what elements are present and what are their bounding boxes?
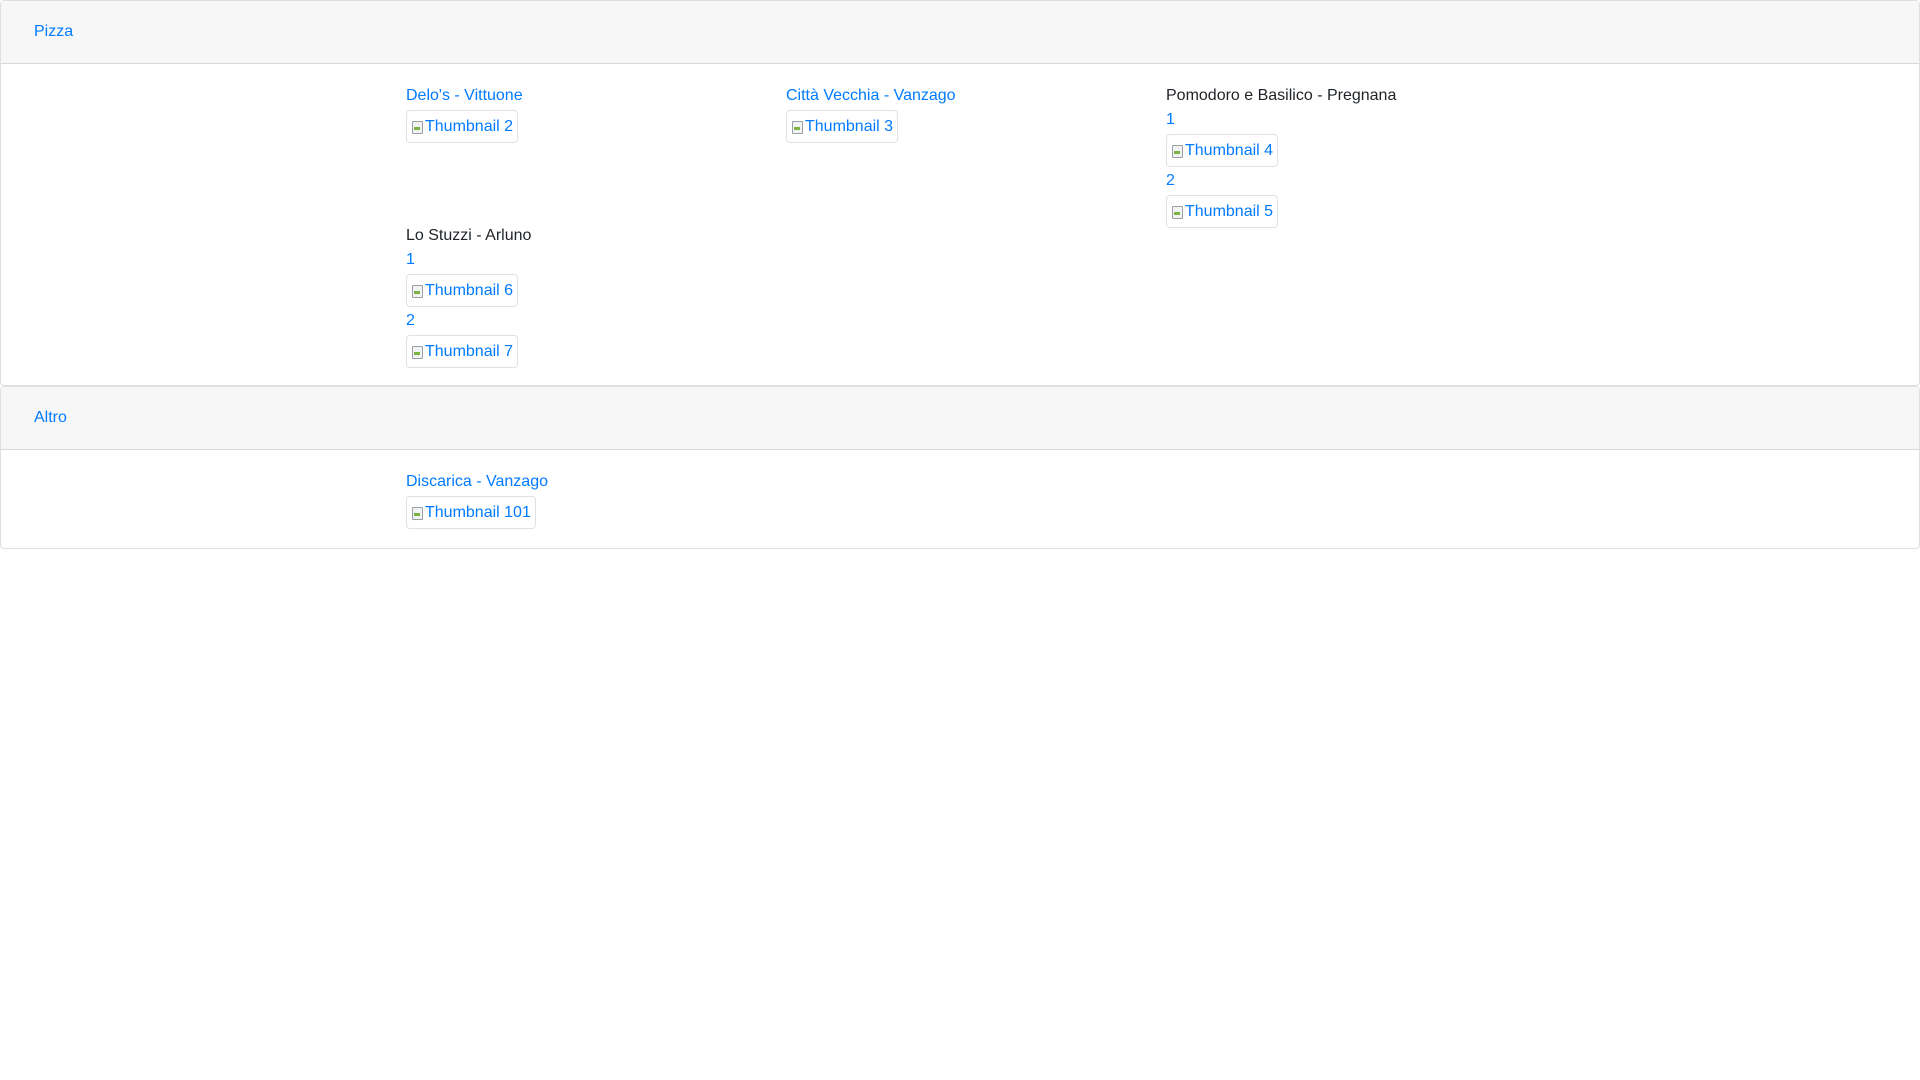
thumbnail-link[interactable]: Thumbnail 6: [406, 274, 519, 307]
section-toggle-altro[interactable]: Altro: [34, 409, 67, 427]
broken-image-icon: [1171, 144, 1183, 158]
entry-title: Lo Stuzzi - Arluno: [406, 227, 532, 244]
section-altro: Altro Discarica - Vanzago Thumbnail 101: [0, 386, 1920, 549]
entry-citta-vecchia-vanzago: Città Vecchia - Vanzago Thumbnail 3: [786, 86, 1166, 143]
image-number-link[interactable]: 1: [406, 250, 786, 270]
broken-image-icon: [1171, 205, 1183, 219]
entry-lo-stuzzi-arluno: Lo Stuzzi - Arluno 1 Thumbnail 6 2 Thumb…: [406, 226, 786, 368]
section-body-altro: Discarica - Vanzago Thumbnail 101: [1, 450, 1919, 548]
image-number-link[interactable]: 1: [1166, 110, 1546, 130]
accordion: Pizza Delo's - Vittuone Thumbnail 2 Citt…: [0, 0, 1920, 549]
thumbnail-link[interactable]: Thumbnail 5: [1166, 195, 1279, 228]
section-header-altro: Altro: [1, 387, 1919, 450]
section-header-pizza: Pizza: [1, 1, 1919, 64]
thumbnail-alt-text: Thumbnail 7: [425, 342, 514, 360]
entry-title-link[interactable]: Città Vecchia - Vanzago: [786, 86, 1166, 106]
entry-delos-vittuone: Delo's - Vittuone Thumbnail 2: [406, 86, 786, 143]
thumbnail-link[interactable]: Thumbnail 4: [1166, 134, 1279, 167]
thumbnail-alt-text: Thumbnail 6: [425, 281, 514, 299]
entry-title-link[interactable]: Discarica - Vanzago: [406, 472, 786, 492]
thumbnail-link[interactable]: Thumbnail 7: [406, 335, 519, 368]
broken-image-icon: [791, 120, 803, 134]
thumbnail-link[interactable]: Thumbnail 101: [406, 496, 536, 529]
broken-image-icon: [411, 120, 423, 134]
thumbnail-alt-text: Thumbnail 2: [425, 117, 514, 135]
thumbnail-alt-text: Thumbnail 101: [425, 503, 531, 521]
thumbnail-alt-text: Thumbnail 5: [1185, 202, 1274, 220]
entry-pomodoro-basilico-pregnana: Pomodoro e Basilico - Pregnana 1 Thumbna…: [1166, 86, 1546, 228]
section-toggle-pizza[interactable]: Pizza: [34, 23, 73, 41]
broken-image-icon: [411, 506, 423, 520]
image-number-link[interactable]: 2: [1166, 171, 1546, 191]
thumbnail-link[interactable]: Thumbnail 2: [406, 110, 519, 143]
image-number-link[interactable]: 2: [406, 311, 786, 331]
thumbnail-link[interactable]: Thumbnail 3: [786, 110, 899, 143]
thumbnail-alt-text: Thumbnail 4: [1185, 141, 1274, 159]
thumbnail-alt-text: Thumbnail 3: [805, 117, 894, 135]
broken-image-icon: [411, 284, 423, 298]
section-body-pizza: Delo's - Vittuone Thumbnail 2 Città Vecc…: [1, 64, 1919, 385]
entry-title-link[interactable]: Delo's - Vittuone: [406, 86, 786, 106]
broken-image-icon: [411, 345, 423, 359]
entry-title: Pomodoro e Basilico - Pregnana: [1166, 87, 1397, 104]
entry-discarica-vanzago: Discarica - Vanzago Thumbnail 101: [406, 472, 786, 529]
section-pizza: Pizza Delo's - Vittuone Thumbnail 2 Citt…: [0, 0, 1920, 386]
